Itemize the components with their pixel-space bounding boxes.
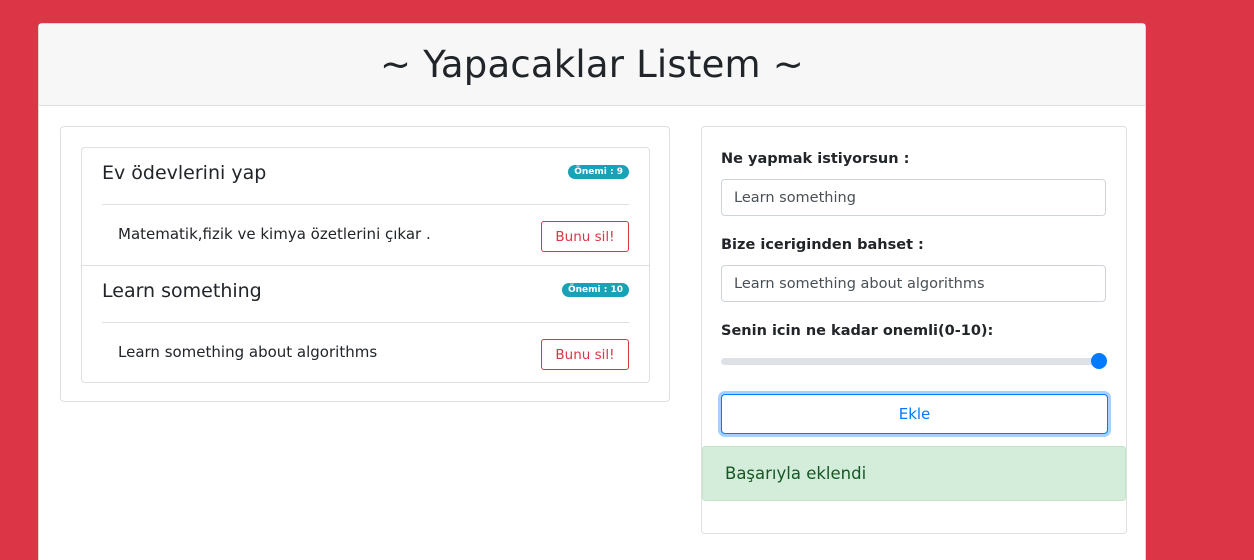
importance-badge: Önemi : 10: [561, 283, 629, 297]
about-label: Bize iceriginden bahset :: [721, 237, 924, 253]
importance-label: Senin icin ne kadar onemli(0-10):: [721, 323, 994, 339]
add-button[interactable]: Ekle: [721, 394, 1108, 434]
importance-badge: Önemi : 9: [568, 165, 629, 179]
delete-button[interactable]: Bunu sil!: [541, 221, 629, 252]
add-todo-form: Ne yapmak istiyorsun : Bize iceriginden …: [701, 126, 1127, 534]
importance-slider[interactable]: [721, 353, 1107, 369]
todo-title: Learn something: [102, 280, 262, 302]
success-alert: Başarıyla eklendi: [702, 446, 1126, 501]
todo-list: Ev ödevlerini yap Önemi : 9 Matematik,fi…: [81, 147, 650, 383]
todo-card: ~ Yapacaklar Listem ~ Ev ödevlerini yap …: [38, 23, 1146, 560]
slider-handle[interactable]: [1091, 353, 1107, 369]
delete-button[interactable]: Bunu sil!: [541, 339, 629, 370]
list-item: Ev ödevlerini yap Önemi : 9 Matematik,fi…: [82, 148, 649, 265]
card-header: ~ Yapacaklar Listem ~: [39, 24, 1145, 106]
page-title: ~ Yapacaklar Listem ~: [380, 43, 804, 86]
divider: [102, 204, 629, 205]
divider: [102, 322, 629, 323]
todo-title: Ev ödevlerini yap: [102, 162, 267, 184]
todo-description: Matematik,fizik ve kimya özetlerini çıka…: [118, 225, 431, 243]
list-item: Learn something Önemi : 10 Learn somethi…: [82, 265, 649, 382]
todo-list-panel: Ev ödevlerini yap Önemi : 9 Matematik,fi…: [60, 126, 670, 402]
slider-track[interactable]: [721, 358, 1107, 365]
todo-description: Learn something about algorithms: [118, 343, 378, 361]
about-input[interactable]: [721, 265, 1106, 302]
what-input[interactable]: [721, 179, 1106, 216]
what-label: Ne yapmak istiyorsun :: [721, 151, 910, 167]
